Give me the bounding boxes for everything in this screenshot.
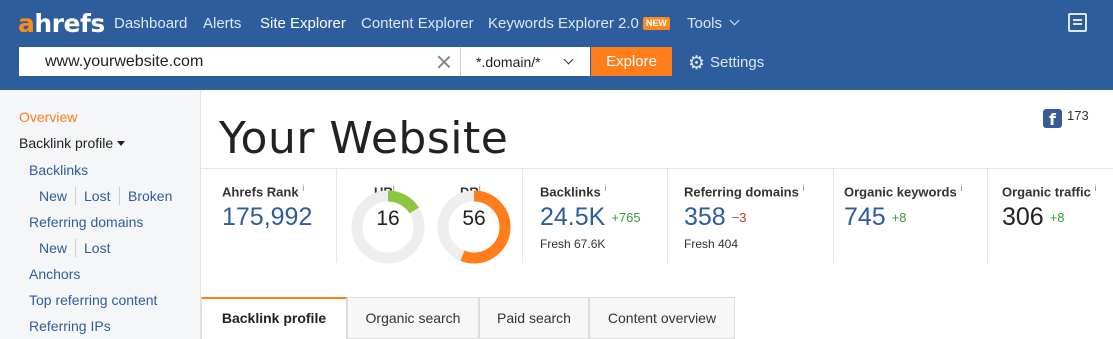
nav-keywords-explorer[interactable]: Keywords Explorer 2.0 NEW bbox=[488, 15, 670, 32]
sidebar-item-backlinks[interactable]: Backlinks bbox=[29, 162, 88, 178]
settings-button[interactable]: ⚙ Settings bbox=[688, 52, 764, 75]
metric-label: Organic keywords i bbox=[844, 183, 963, 200]
nav-tools-label: Tools bbox=[687, 15, 723, 32]
gear-icon: ⚙ bbox=[688, 53, 706, 74]
sidebar: Overview Backlink profile Backlinks New … bbox=[0, 90, 201, 339]
sidebar-item-referring-domains[interactable]: Referring domains bbox=[29, 214, 143, 230]
sidebar-item-overview[interactable]: Overview bbox=[19, 109, 77, 125]
metric-label: Backlinks i bbox=[540, 183, 607, 200]
divider bbox=[75, 187, 76, 205]
chevron-down-icon bbox=[563, 54, 574, 65]
facebook-icon: f bbox=[1043, 109, 1062, 129]
metric-ur-dr: URi 16 DRi 56 bbox=[337, 169, 523, 264]
metric-fresh: Fresh 67.6K bbox=[540, 237, 606, 251]
metric-delta: +8 bbox=[891, 210, 907, 225]
sidebar-item-label: Backlink profile bbox=[19, 135, 114, 151]
metric-label: Referring domains i bbox=[684, 183, 805, 200]
metric-label: Ahrefs Rank i bbox=[222, 183, 305, 200]
new-badge: NEW bbox=[642, 17, 670, 30]
divider bbox=[119, 187, 120, 205]
tab-paid-search[interactable]: Paid search bbox=[479, 297, 589, 339]
metric-delta: +8 bbox=[1049, 210, 1065, 225]
dr-value: 56 bbox=[462, 207, 486, 230]
settings-label: Settings bbox=[710, 54, 765, 71]
caret-down-icon bbox=[117, 141, 126, 146]
sidebar-item-referring-ips[interactable]: Referring IPs bbox=[29, 318, 111, 334]
metric-value[interactable]: 745 +8 bbox=[844, 203, 907, 232]
metric-delta: +765 bbox=[611, 210, 641, 225]
metric-organic-keywords: Organic keywords i 745 +8 bbox=[834, 169, 988, 263]
metric-organic-traffic: Organic traffic i 306 +8 bbox=[988, 169, 1113, 263]
notifications-icon[interactable] bbox=[1068, 13, 1087, 32]
mode-select[interactable]: *.domain/* bbox=[460, 47, 590, 76]
metric-delta: −3 bbox=[731, 210, 747, 225]
chevron-down-icon bbox=[729, 15, 740, 26]
nav-keywords-explorer-label: Keywords Explorer 2.0 bbox=[488, 15, 639, 32]
tab-content-overview[interactable]: Content overview bbox=[589, 297, 735, 339]
sidebar-item-backlinks-broken[interactable]: Broken bbox=[128, 188, 172, 204]
facebook-shares[interactable]: f 173 bbox=[1043, 108, 1089, 129]
tab-organic-search[interactable]: Organic search bbox=[347, 297, 479, 339]
sidebar-item-backlinks-lost[interactable]: Lost bbox=[84, 188, 110, 204]
sidebar-item-anchors[interactable]: Anchors bbox=[29, 266, 80, 282]
sidebar-item-referring-domains-lost[interactable]: Lost bbox=[84, 240, 110, 256]
page-title: Your Website bbox=[219, 113, 509, 164]
nav-content-explorer[interactable]: Content Explorer bbox=[361, 15, 474, 32]
mode-select-value: *.domain/* bbox=[476, 54, 541, 70]
ur-value: 16 bbox=[376, 207, 400, 230]
nav-dashboard[interactable]: Dashboard bbox=[114, 15, 187, 32]
facebook-share-count: 173 bbox=[1067, 108, 1089, 123]
sidebar-item-backlink-profile[interactable]: Backlink profile bbox=[19, 135, 126, 151]
sidebar-item-top-referring-content[interactable]: Top referring content bbox=[29, 292, 157, 308]
sidebar-item-referring-domains-new[interactable]: New bbox=[39, 240, 67, 256]
metric-backlinks: Backlinks i 24.5K +765 Fresh 67.6K bbox=[523, 169, 668, 263]
divider bbox=[75, 239, 76, 257]
explore-button[interactable]: Explore bbox=[591, 47, 672, 76]
top-bar: ahrefs Dashboard Alerts Site Explorer Co… bbox=[0, 0, 1113, 90]
nav-site-explorer[interactable]: Site Explorer bbox=[260, 15, 346, 32]
metric-ahrefs-rank: Ahrefs Rank i 175,992 bbox=[201, 169, 337, 263]
metric-value: 175,992 bbox=[222, 203, 313, 231]
metric-value[interactable]: 24.5K +765 bbox=[540, 203, 641, 232]
nav-tools[interactable]: Tools bbox=[687, 15, 740, 32]
nav-alerts[interactable]: Alerts bbox=[203, 15, 241, 32]
tab-backlink-profile[interactable]: Backlink profile bbox=[201, 297, 347, 339]
metric-fresh: Fresh 404 bbox=[684, 237, 739, 251]
sidebar-item-backlinks-new[interactable]: New bbox=[39, 188, 67, 204]
ahrefs-logo[interactable]: ahrefs bbox=[18, 9, 105, 38]
metrics-row: Ahrefs Rank i 175,992 URi 16 DRi 56 Back… bbox=[201, 168, 1113, 264]
metric-referring-domains: Referring domains i 358 −3 Fresh 404 bbox=[668, 169, 834, 263]
metric-value[interactable]: 358 −3 bbox=[684, 203, 747, 232]
metric-value[interactable]: 306 +8 bbox=[1002, 203, 1065, 232]
search-input[interactable] bbox=[19, 47, 460, 76]
metric-label: Organic traffic i bbox=[1002, 183, 1097, 200]
clear-icon[interactable] bbox=[436, 54, 452, 70]
